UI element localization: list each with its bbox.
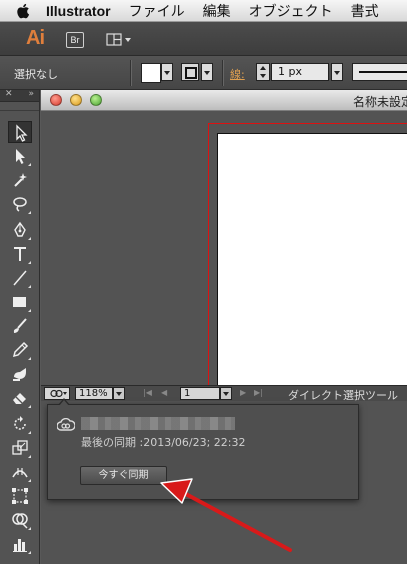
annotation-arrow bbox=[160, 478, 292, 552]
